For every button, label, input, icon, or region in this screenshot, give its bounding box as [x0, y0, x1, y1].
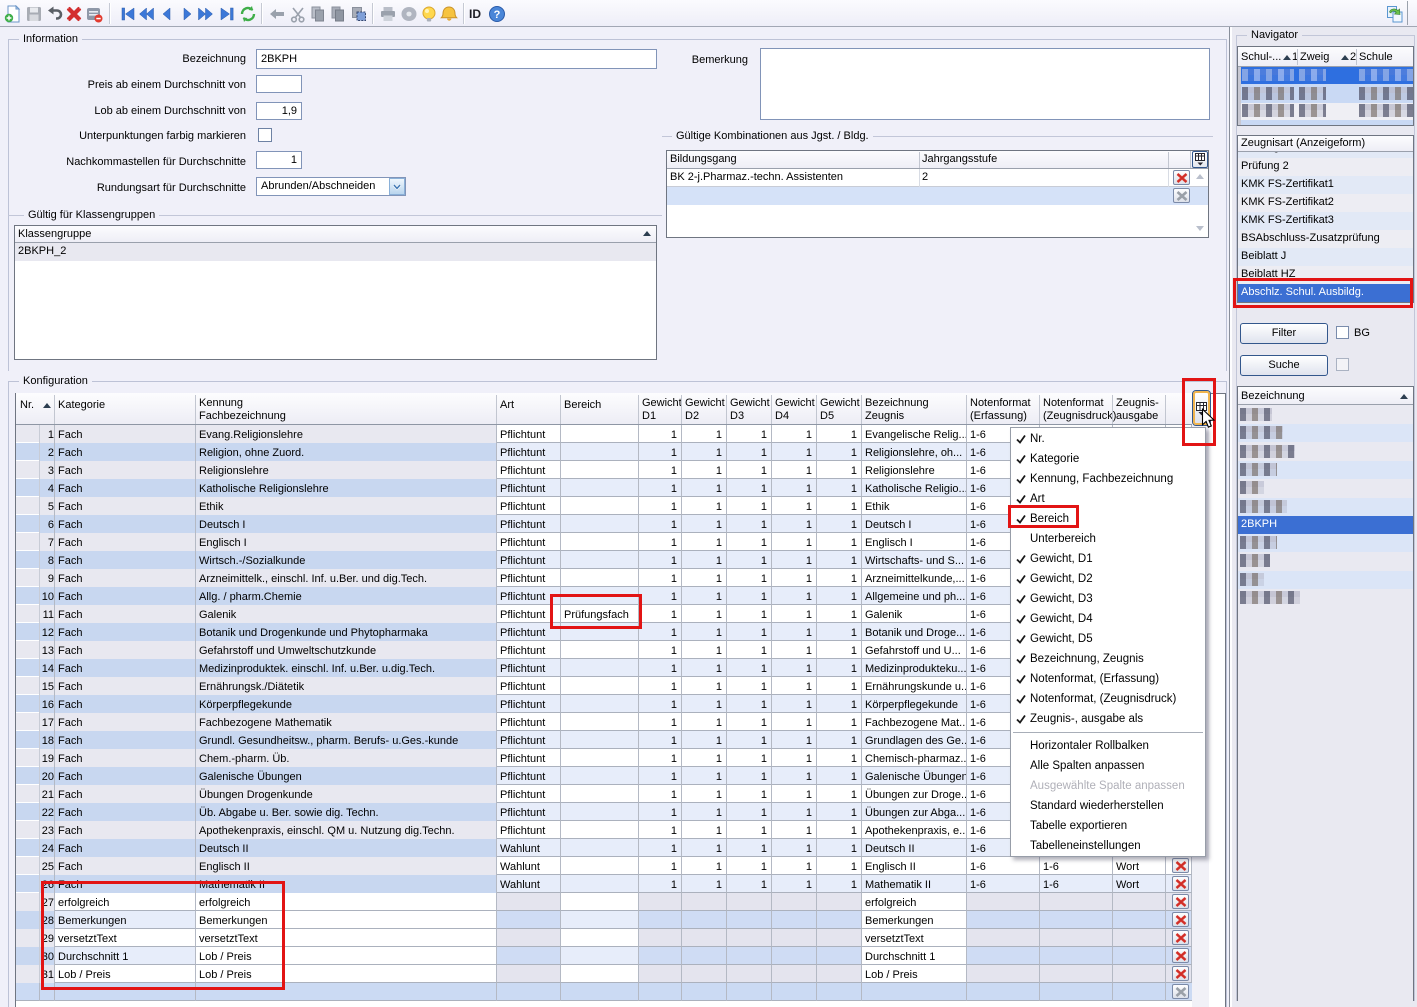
svg-text:?: ?: [494, 9, 501, 21]
